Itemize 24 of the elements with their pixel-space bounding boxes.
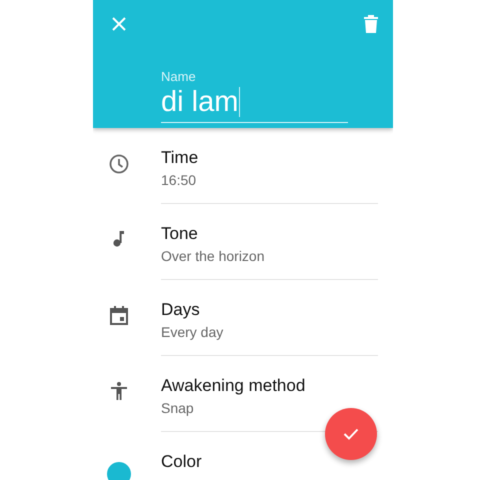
item-title: Days xyxy=(161,299,200,321)
item-subtitle: Snap xyxy=(161,399,194,418)
music-note-icon xyxy=(113,230,125,247)
calendar-icon xyxy=(110,306,128,325)
field-label: Name xyxy=(161,69,197,85)
trash-icon[interactable] xyxy=(364,15,378,33)
list-item[interactable]: Color xyxy=(93,432,393,480)
close-icon[interactable] xyxy=(112,17,126,31)
text-cursor xyxy=(239,87,240,117)
list-item[interactable]: Time 16:50 xyxy=(93,128,393,204)
list-item[interactable]: Tone Over the horizon xyxy=(93,204,393,280)
item-subtitle: 16:50 xyxy=(161,171,196,190)
item-title: Awakening method xyxy=(161,375,306,397)
confirm-button[interactable] xyxy=(325,408,377,460)
item-subtitle: Every day xyxy=(161,323,224,342)
item-title: Color xyxy=(161,451,202,473)
item-subtitle: Over the horizon xyxy=(161,247,264,266)
clock-icon xyxy=(109,154,129,174)
field-value: di lam xyxy=(161,85,238,119)
person-icon xyxy=(111,382,127,400)
list-item[interactable]: Days Every day xyxy=(93,280,393,356)
check-icon xyxy=(343,428,359,440)
item-title: Time xyxy=(161,147,198,169)
item-title: Tone xyxy=(161,223,198,245)
